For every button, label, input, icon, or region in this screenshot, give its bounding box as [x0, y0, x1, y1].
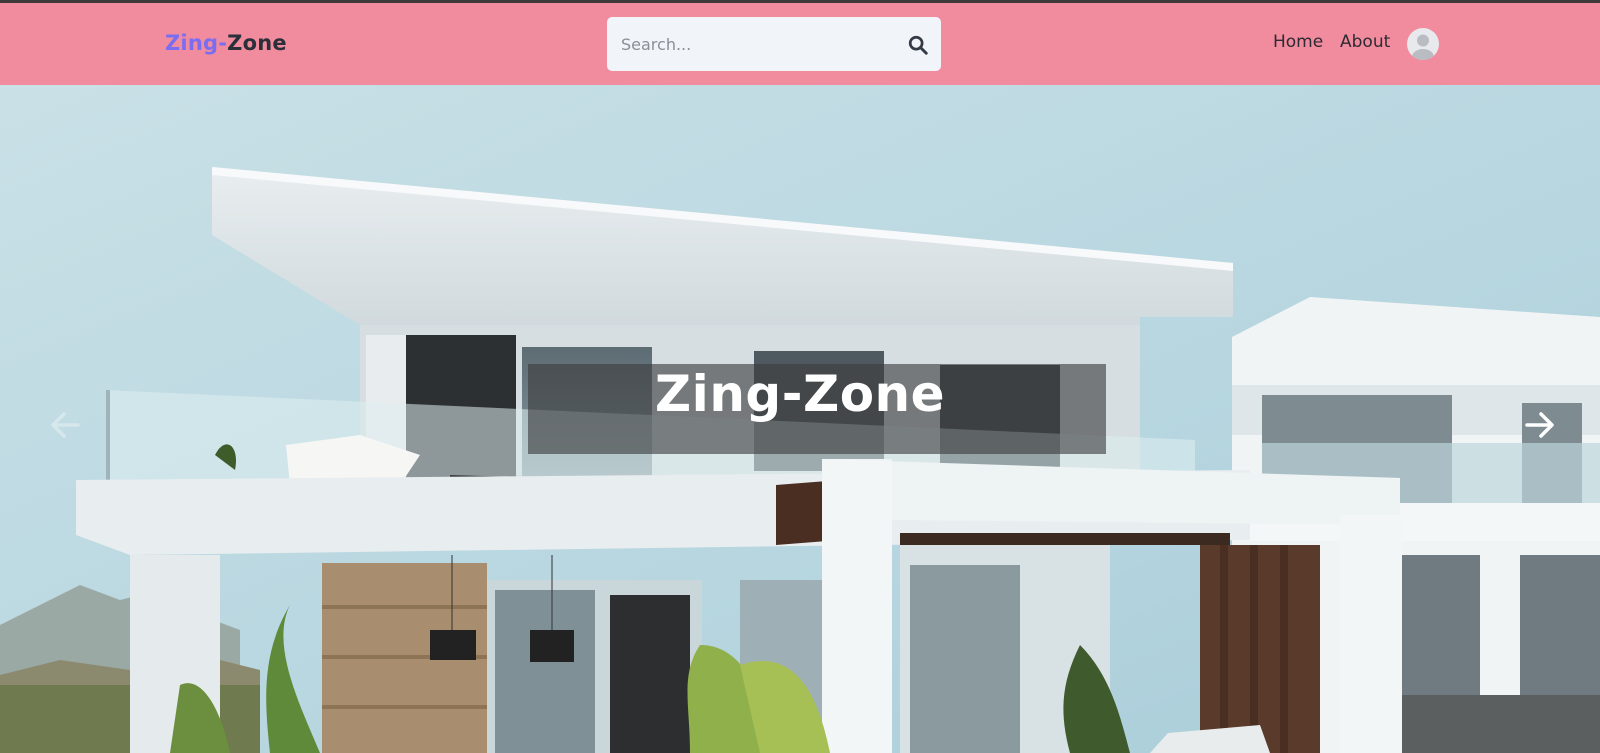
logo-part-dash: - — [218, 31, 228, 55]
search-input[interactable] — [607, 17, 887, 71]
logo-part-zing: Zing — [165, 31, 219, 55]
navbar: Zing-Zone Home About — [0, 3, 1600, 85]
search-box — [607, 17, 941, 71]
arrow-left-icon[interactable] — [46, 405, 86, 445]
arrow-right-icon[interactable] — [1519, 405, 1559, 445]
nav-link-home[interactable]: Home — [1273, 32, 1323, 52]
site-logo[interactable]: Zing-Zone — [165, 31, 287, 55]
nav-link-about[interactable]: About — [1340, 32, 1390, 52]
search-icon[interactable] — [907, 34, 929, 56]
hero-carousel: Zing-Zone — [0, 85, 1600, 753]
logo-part-zone: Zone — [227, 31, 287, 55]
user-avatar-icon[interactable] — [1407, 28, 1439, 60]
hero-caption-title: Zing-Zone — [654, 365, 946, 423]
